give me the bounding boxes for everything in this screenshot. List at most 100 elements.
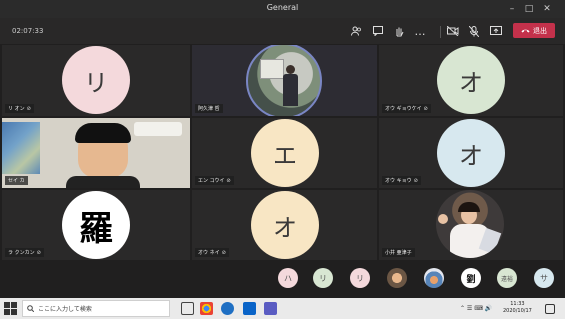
- avatar: オ: [437, 119, 505, 187]
- windows-taskbar: ここに入力して検索 ⌃ ☰ ⌨ 🔊 11:33 2020/10/17: [0, 298, 565, 319]
- participant-photo-avatar[interactable]: [424, 268, 444, 288]
- participant-tile[interactable]: オ オウ ギョウケイ ⊘: [379, 45, 563, 116]
- maximize-icon[interactable]: □: [522, 2, 536, 16]
- participant-name-tag: ラ クンカン ⊘: [5, 248, 44, 257]
- participant-name-tag: 小井 亜津子: [382, 248, 415, 257]
- minimize-icon[interactable]: –: [505, 2, 519, 16]
- participant-avatar[interactable]: リ: [350, 268, 370, 288]
- participant-name: エン コウイ: [198, 178, 225, 184]
- title-bar: General – □ ✕: [0, 0, 565, 18]
- chat-icon[interactable]: [370, 23, 386, 39]
- mic-off-icon: ⊘: [36, 249, 41, 256]
- participant-name: リ オン: [8, 106, 25, 112]
- participant-tile[interactable]: リ リ オン ⊘: [2, 45, 190, 116]
- mic-off-icon: ⊘: [413, 177, 418, 184]
- person-hand: [438, 214, 448, 224]
- window-title: General: [266, 3, 299, 12]
- search-icon: [27, 305, 34, 312]
- person-body: [283, 74, 298, 106]
- participant-tile[interactable]: 阿久津 哲: [192, 45, 377, 116]
- participant-name: オウ ネイ: [198, 250, 220, 256]
- participant-avatar[interactable]: 劉: [461, 268, 481, 288]
- participant-name: 阿久津 哲: [198, 106, 220, 112]
- participant-name-tag: 阿久津 哲: [195, 104, 223, 113]
- avatar: オ: [437, 46, 505, 114]
- seal-avatar: 羅: [62, 191, 130, 259]
- outlook-icon[interactable]: [243, 302, 256, 315]
- taskbar-search-box[interactable]: ここに入力して検索: [22, 300, 170, 317]
- mic-off-icon: ⊘: [221, 249, 226, 256]
- mic-off-icon: ⊘: [423, 105, 428, 112]
- participant-avatar[interactable]: ハ: [278, 268, 298, 288]
- camera-off-icon[interactable]: [445, 23, 461, 39]
- meeting-timer: 02:07:33: [12, 27, 44, 35]
- participant-name: オウ ギョウケイ: [385, 106, 422, 112]
- divider: [440, 26, 441, 38]
- meeting-controls-bar: 02:07:33 … 退出: [0, 18, 565, 44]
- participant-avatar[interactable]: 遠裕: [497, 268, 517, 288]
- participant-initial: サ: [540, 273, 548, 283]
- windows-start-icon[interactable]: [4, 302, 17, 315]
- participant-initial: 劉: [466, 274, 476, 285]
- participant-tile[interactable]: セイ カ: [2, 118, 190, 188]
- person-hair: [458, 202, 480, 212]
- more-options-icon[interactable]: …: [412, 23, 428, 39]
- participant-initial: ハ: [284, 273, 292, 283]
- participant-name: オウ キョウ: [385, 178, 412, 184]
- participant-name-tag: オウ ギョウケイ ⊘: [382, 104, 431, 113]
- participant-name: 小井 亜津子: [385, 250, 412, 256]
- air-conditioner: [134, 122, 182, 136]
- participant-name-tag: セイ カ: [5, 176, 28, 185]
- wall-map: [2, 122, 40, 174]
- share-screen-icon[interactable]: [488, 23, 504, 39]
- avatar-initial: オ: [273, 213, 297, 242]
- chrome-icon[interactable]: [200, 302, 213, 315]
- participant-tile[interactable]: 羅 ラ クンカン ⊘: [2, 190, 190, 260]
- video-avatar: [436, 190, 504, 258]
- participant-tile[interactable]: オ オウ キョウ ⊘: [379, 118, 563, 188]
- participant-avatar[interactable]: サ: [534, 268, 554, 288]
- notification-icon[interactable]: [545, 304, 555, 314]
- clock-time: 11:33: [510, 301, 525, 307]
- whiteboard: [260, 59, 284, 79]
- teams-window: General – □ ✕ 02:07:33 … 退出 リ リ オン ⊘ 阿久津…: [0, 0, 565, 319]
- avatar-initial: リ: [84, 68, 108, 97]
- participant-tile[interactable]: オ オウ ネイ ⊘: [192, 190, 377, 260]
- participant-name: ラ クンカン: [8, 250, 35, 256]
- video-avatar: [246, 45, 322, 116]
- participant-name-tag: リ オン ⊘: [5, 104, 34, 113]
- participant-photo-avatar[interactable]: [387, 268, 407, 288]
- avatar: オ: [251, 191, 319, 259]
- mic-off-icon: ⊘: [26, 105, 31, 112]
- search-placeholder: ここに入力して検索: [38, 306, 92, 313]
- teams-icon[interactable]: [264, 302, 277, 315]
- participant-tile[interactable]: エ エン コウイ ⊘: [192, 118, 377, 188]
- participant-name: セイ カ: [8, 178, 25, 184]
- clock-date: 2020/10/17: [503, 308, 532, 314]
- mic-off-icon: ⊘: [226, 177, 231, 184]
- participant-avatar[interactable]: リ: [313, 268, 333, 288]
- person-shirt: [66, 176, 140, 188]
- participant-name-tag: オウ ネイ ⊘: [195, 248, 229, 257]
- avatar: エ: [251, 119, 319, 187]
- taskbar-clock[interactable]: 11:33 2020/10/17: [503, 301, 532, 315]
- participant-initial: 遠裕: [500, 275, 513, 283]
- avatar: リ: [62, 46, 130, 114]
- participant-initial: リ: [356, 273, 364, 283]
- participant-tile[interactable]: 小井 亜津子: [379, 190, 563, 260]
- participant-name-tag: エン コウイ ⊘: [195, 176, 234, 185]
- participants-icon[interactable]: [348, 23, 364, 39]
- edge-icon[interactable]: [221, 302, 234, 315]
- task-view-icon[interactable]: [181, 302, 194, 315]
- avatar-initial: エ: [273, 141, 297, 170]
- participant-name-tag: オウ キョウ ⊘: [382, 176, 421, 185]
- avatar-initial: オ: [459, 141, 483, 170]
- close-icon[interactable]: ✕: [540, 2, 554, 16]
- person-head: [286, 65, 295, 74]
- avatar-initial: オ: [459, 68, 483, 97]
- leave-button[interactable]: 退出: [513, 23, 555, 38]
- raise-hand-icon[interactable]: [391, 23, 407, 39]
- participant-initial: リ: [319, 273, 327, 283]
- hang-up-icon: [521, 29, 530, 33]
- mic-off-icon[interactable]: [466, 23, 482, 39]
